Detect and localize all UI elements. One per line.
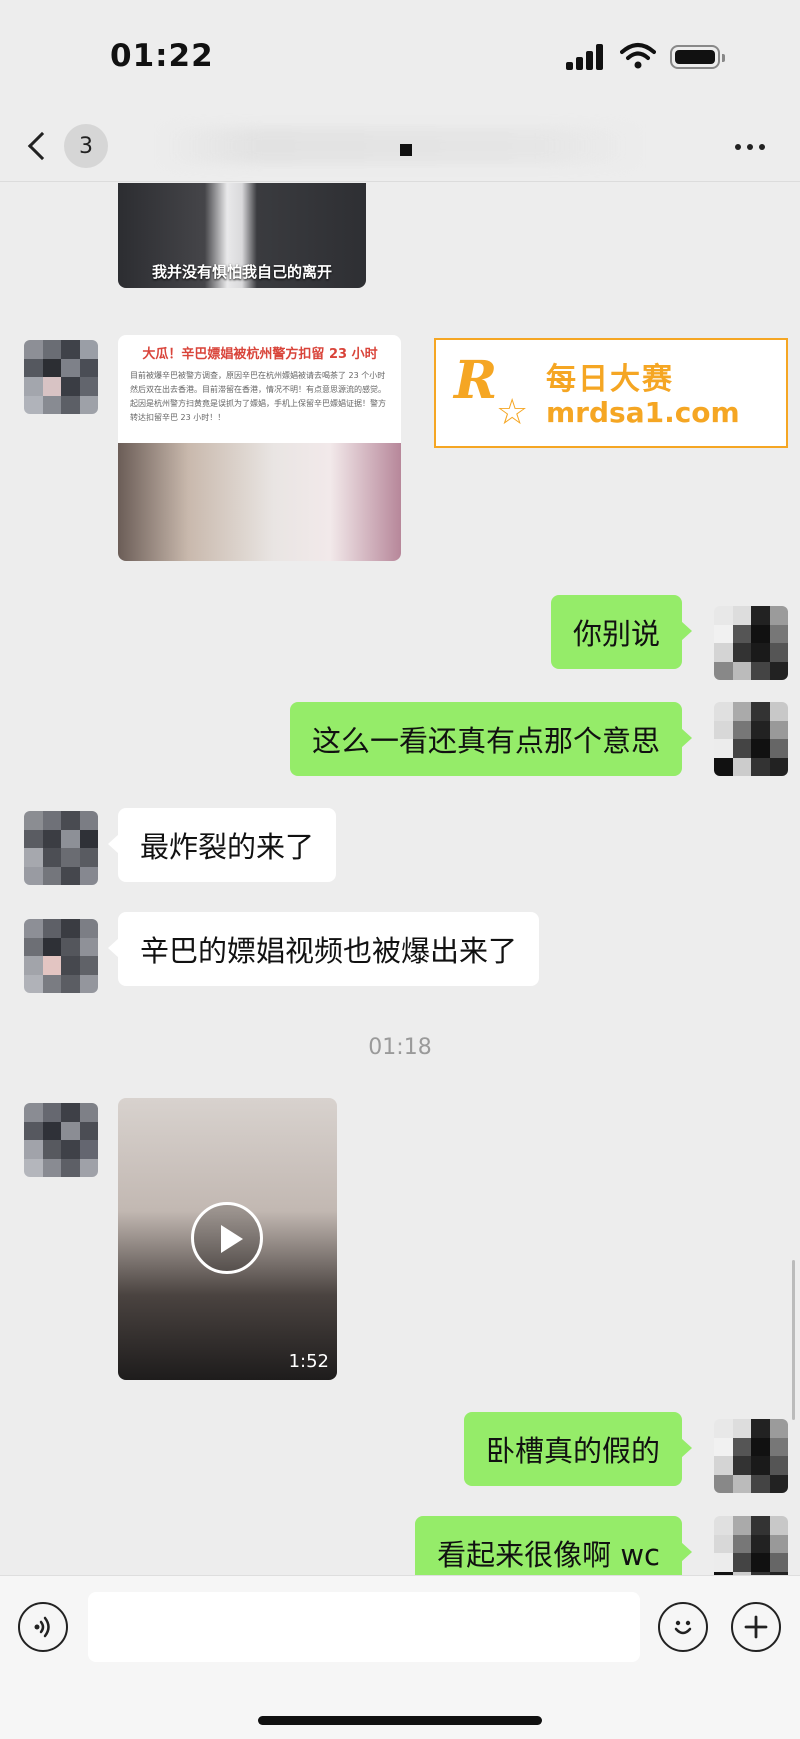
watermark-cn: 每日大赛: [546, 362, 674, 397]
chat-title-dot: [400, 144, 412, 156]
voice-button[interactable]: [18, 1602, 68, 1652]
wifi-icon: [620, 43, 656, 69]
message-bubble-out[interactable]: 看起来很像啊 wc: [415, 1516, 692, 1575]
news-image-message[interactable]: 大瓜！辛巴嫖娼被杭州警方扣留 23 小时 目前被爆辛巴被警方调查，原因辛巴在杭州…: [118, 335, 401, 561]
chat-timestamp: 01:18: [368, 1035, 432, 1060]
back-button[interactable]: 3: [20, 122, 110, 170]
video-duration: 1:52: [288, 1351, 329, 1372]
news-headline: 大瓜！辛巴嫖娼被杭州警方扣留 23 小时: [142, 347, 378, 362]
avatar[interactable]: [24, 811, 98, 885]
more-icon: [735, 144, 741, 150]
message-bubble-in[interactable]: 辛巴的嫖娼视频也被爆出来了: [107, 912, 540, 986]
watermark-r: R: [454, 350, 498, 411]
emoji-icon: [674, 1620, 692, 1635]
chevron-left-icon: [27, 131, 57, 161]
plus-icon: [744, 1615, 768, 1639]
home-indicator[interactable]: [258, 1716, 542, 1725]
battery-icon: [670, 45, 725, 69]
input-bar: [0, 1575, 800, 1739]
message-bubble-out[interactable]: 你别说: [550, 595, 693, 669]
star-icon: ☆: [496, 392, 529, 433]
avatar[interactable]: [24, 1103, 98, 1177]
news-photo: [118, 443, 401, 561]
signal-icon: [566, 44, 606, 70]
message-input[interactable]: [88, 1592, 640, 1662]
avatar[interactable]: [24, 340, 98, 414]
video-message[interactable]: 1:52: [118, 1098, 337, 1380]
unread-badge: 3: [64, 124, 108, 168]
more-icon-dot: [759, 144, 765, 150]
image-caption: 我并没有惧怕我自己的离开: [151, 263, 332, 281]
avatar-self[interactable]: [714, 1516, 788, 1575]
emoji-button[interactable]: [658, 1602, 708, 1652]
avatar-self[interactable]: [714, 1419, 788, 1493]
image-message[interactable]: 我并没有惧怕我自己的离开: [118, 183, 366, 288]
plus-button[interactable]: [731, 1602, 781, 1652]
message-bubble-out[interactable]: 卧槽真的假的: [463, 1412, 693, 1486]
watermark-logo: R ☆ 每日大赛 mrdsa1.com: [434, 338, 788, 448]
scrollbar[interactable]: [792, 1260, 795, 1420]
more-button[interactable]: [730, 132, 770, 162]
avatar-self[interactable]: [714, 606, 788, 680]
message-bubble-out[interactable]: 这么一看还真有点那个意思: [289, 702, 693, 776]
more-icon-dot: [747, 144, 753, 150]
watermark-url: mrdsa1.com: [546, 396, 740, 429]
status-bar: 01:22: [0, 0, 800, 110]
avatar[interactable]: [24, 919, 98, 993]
status-time: 01:22: [110, 38, 214, 74]
news-body: 目前被爆辛巴被警方调查，原因辛巴在杭州嫖娼被请去喝茶了 23 个小时然后双在出去…: [130, 371, 386, 422]
message-bubble-in[interactable]: 最炸裂的来了: [107, 808, 337, 882]
avatar-self[interactable]: [714, 702, 788, 776]
nav-bar: 3: [0, 110, 800, 182]
play-icon[interactable]: [191, 1202, 263, 1274]
voice-icon: [34, 1616, 50, 1638]
chat-area[interactable]: 我并没有惧怕我自己的离开 大瓜！辛巴嫖娼被杭州警方扣留 23 小时 目前被爆辛巴…: [0, 183, 800, 1575]
